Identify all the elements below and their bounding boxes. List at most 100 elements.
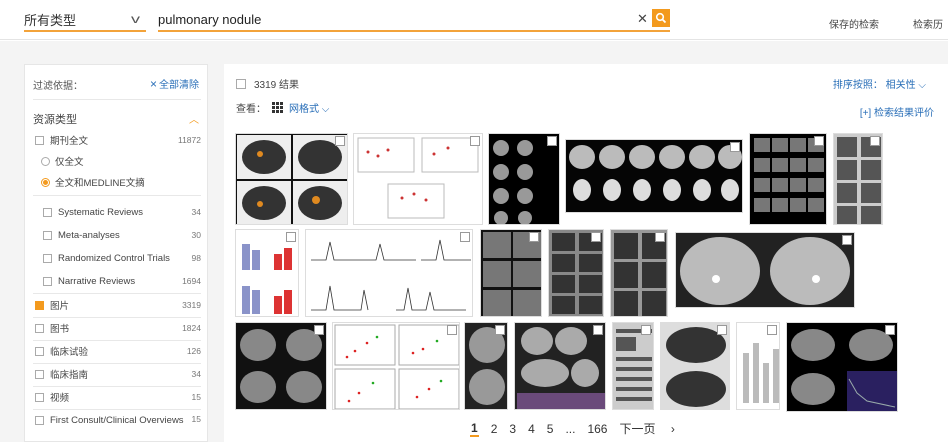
result-image-thumbnail[interactable] [749,133,827,225]
page-link-current[interactable]: 1 [470,421,479,437]
filter-count: 34 [191,369,201,379]
checkbox[interactable] [335,136,345,146]
filter-label: Systematic Reviews [58,206,143,218]
checkbox-checked[interactable] [35,300,44,310]
result-image-thumbnail[interactable] [332,322,460,410]
checkbox[interactable] [43,253,52,263]
result-image-thumbnail[interactable] [786,322,898,412]
next-page-link[interactable]: 下一页 › [619,420,686,437]
result-image-thumbnail[interactable] [736,322,780,410]
filter-books[interactable]: 图书 1824 [35,321,201,335]
checkbox[interactable] [43,207,52,217]
checkbox[interactable] [236,78,246,89]
clear-all-button[interactable]: × 全部清除 [150,76,199,91]
filter-narrative-reviews[interactable]: Narrative Reviews 1694 [43,274,201,288]
result-image-thumbnail[interactable] [612,322,654,410]
result-image-thumbnail[interactable] [660,322,730,410]
checkbox[interactable] [885,325,895,335]
filter-rct[interactable]: Randomized Control Trials 98 [43,251,201,265]
filter-guidelines[interactable]: 临床指南 34 [35,367,201,381]
chevron-up-icon[interactable]: ︿ [189,111,199,126]
filter-systematic-reviews[interactable]: Systematic Reviews 34 [43,205,201,219]
checkbox[interactable] [767,325,777,335]
checkbox[interactable] [495,325,505,335]
checkbox[interactable] [655,232,665,242]
filter-videos[interactable]: 视频 15 [35,390,201,404]
grid-icon[interactable] [272,102,283,113]
result-image-thumbnail[interactable] [548,229,604,317]
result-image-thumbnail[interactable] [235,133,348,225]
checkbox[interactable] [547,136,557,146]
divider [33,340,201,341]
checkbox[interactable] [35,135,44,145]
checkbox[interactable] [593,325,603,335]
result-image-thumbnail[interactable] [235,229,299,317]
clear-all-label: 全部清除 [159,80,199,91]
checkbox[interactable] [842,235,852,245]
result-image-thumbnail[interactable] [480,229,542,317]
filter-journal-fulltext[interactable]: 期刊全文 11872 [35,133,201,147]
checkbox[interactable] [35,346,44,356]
checkbox[interactable] [730,142,740,152]
checkbox[interactable] [286,232,296,242]
checkbox[interactable] [35,416,44,425]
result-image-thumbnail[interactable] [565,139,743,213]
checkbox[interactable] [43,276,52,286]
page-link[interactable]: 2 [491,422,498,436]
filter-clinical-trials[interactable]: 临床试验 126 [35,344,201,358]
result-image-thumbnail[interactable] [353,133,483,225]
radio[interactable] [41,156,50,166]
checkbox[interactable] [641,325,651,335]
page-link[interactable]: 4 [528,422,535,436]
clear-icon[interactable]: ✕ [637,11,648,27]
checkbox[interactable] [870,136,880,146]
result-image-thumbnail[interactable] [833,133,883,225]
checkbox[interactable] [814,136,824,146]
page-link[interactable]: 5 [547,422,554,436]
result-image-thumbnail[interactable] [488,133,560,225]
result-image-thumbnail[interactable] [305,229,473,317]
result-image-thumbnail[interactable] [514,322,606,410]
checkbox[interactable] [447,325,457,335]
result-image-thumbnail[interactable] [235,322,327,410]
ct-scan-image [666,327,726,407]
table-image [616,329,652,401]
filter-first-consult[interactable]: First Consult/Clinical Overviews 15 [35,414,201,438]
search-button[interactable] [652,9,670,27]
select-all[interactable]: 3319 结果 [236,76,299,91]
checkbox[interactable] [591,232,601,242]
checkbox[interactable] [35,323,44,333]
saved-searches-link[interactable]: 保存的检索 [829,16,879,31]
checkbox[interactable] [470,136,480,146]
checkbox[interactable] [35,369,44,379]
result-image-thumbnail[interactable] [675,232,855,308]
checkbox[interactable] [43,230,52,240]
checkbox[interactable] [314,325,324,335]
view-switcher: 查看： 网格式 ⌵ [236,100,329,115]
search-icon [655,12,667,24]
search-history-link[interactable]: 检索历 [913,16,943,31]
checkbox[interactable] [35,392,44,402]
type-select-value: 所有类型 [24,12,77,28]
result-image-thumbnail[interactable] [464,322,508,410]
checkbox[interactable] [460,232,470,242]
filter-meta-analyses[interactable]: Meta-analyses 30 [43,228,201,242]
resource-type-heading[interactable]: 资源类型 [33,111,77,127]
view-label: 查看： [236,104,266,115]
divider [33,386,201,387]
checkbox[interactable] [717,325,727,335]
checkbox[interactable] [529,232,539,242]
sort-dropdown[interactable]: 排序按照： 相关性 ⌵ [833,76,926,91]
search-input[interactable] [158,8,628,30]
filter-fulltext-only[interactable]: 仅全文 [41,154,201,168]
evaluate-results-link[interactable]: [+] 检索结果评价 [860,104,934,119]
filter-images[interactable]: 图片 3319 [35,298,201,312]
page-link[interactable]: 3 [509,422,516,436]
radio-selected[interactable] [41,177,50,187]
page-link[interactable]: 166 [587,422,607,436]
filter-count: 3319 [182,300,201,310]
result-image-thumbnail[interactable] [610,229,668,317]
filter-fulltext-medline[interactable]: 全文和MEDLINE文摘 [41,175,201,189]
view-mode-dropdown[interactable]: 网格式 ⌵ [289,100,329,115]
type-select[interactable]: 所有类型 v [24,8,146,32]
